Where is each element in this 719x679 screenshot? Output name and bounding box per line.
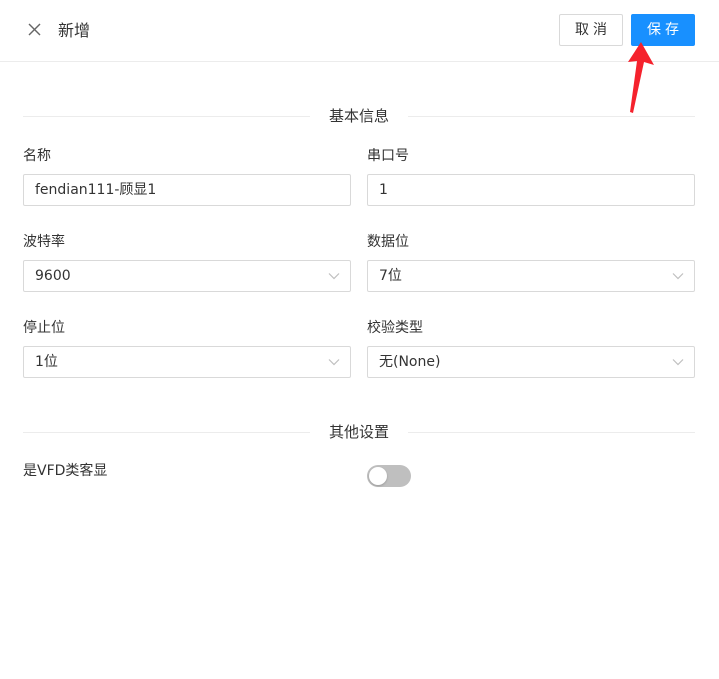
parity-label: 校验类型 xyxy=(367,320,423,336)
annotation-arrow-icon xyxy=(628,42,654,113)
cancel-button[interactable]: 取消 xyxy=(559,14,623,46)
data-bits-value: 7位 xyxy=(379,268,402,284)
vfd-display-toggle[interactable] xyxy=(367,465,411,487)
stop-bits-value: 1位 xyxy=(35,354,58,370)
stop-bits-select[interactable]: 1位 xyxy=(23,346,351,378)
divider xyxy=(408,432,695,433)
stop-bits-label: 停止位 xyxy=(23,320,65,336)
section-basic-info: 基本信息 xyxy=(23,105,695,127)
serial-port-label: 串口号 xyxy=(367,148,409,164)
page-title: 新增 xyxy=(58,21,91,40)
chevron-down-icon xyxy=(328,273,340,280)
divider xyxy=(408,116,695,117)
name-label: 名称 xyxy=(23,148,51,164)
parity-select[interactable]: 无(None) xyxy=(367,346,695,378)
data-bits-select[interactable]: 7位 xyxy=(367,260,695,292)
name-value: fendian111-顾显1 xyxy=(35,182,157,198)
data-bits-label: 数据位 xyxy=(367,234,409,250)
parity-value: 无(None) xyxy=(379,354,441,370)
close-icon[interactable] xyxy=(24,19,46,41)
baud-rate-value: 9600 xyxy=(35,268,71,284)
name-input[interactable]: fendian111-顾显1 xyxy=(23,174,351,206)
drawer-header: 新增 取消 保存 xyxy=(0,0,719,62)
chevron-down-icon xyxy=(328,359,340,366)
serial-port-value: 1 xyxy=(379,182,388,198)
chevron-down-icon xyxy=(672,359,684,366)
serial-port-input[interactable]: 1 xyxy=(367,174,695,206)
vfd-display-label: 是VFD类客显 xyxy=(23,463,108,479)
section-other-settings: 其他设置 xyxy=(23,421,695,443)
baud-rate-label: 波特率 xyxy=(23,234,65,250)
chevron-down-icon xyxy=(672,273,684,280)
baud-rate-select[interactable]: 9600 xyxy=(23,260,351,292)
toggle-knob xyxy=(369,467,387,485)
